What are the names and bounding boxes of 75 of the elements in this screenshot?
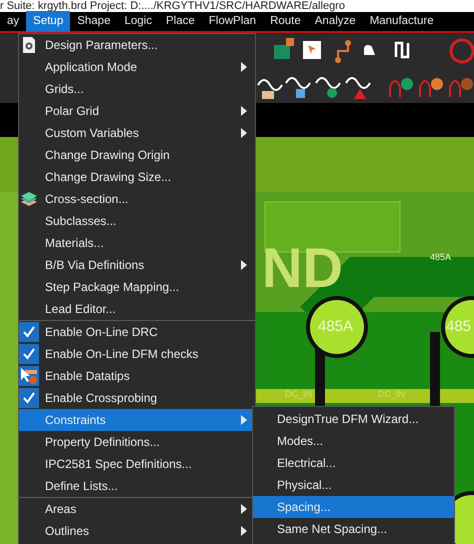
menu-item-label: Lead Editor... [45,301,117,318]
menu-item[interactable]: Cross-section... [19,188,255,210]
menu-item-label: Define Lists... [45,478,119,495]
menu-item-label: Change Drawing Origin [45,147,171,164]
menu-bar-item[interactable]: Logic [117,11,159,32]
menu-item-label: Constraints [45,412,107,429]
menu-bar-item[interactable]: FlowPlan [202,11,264,32]
menu-item-label: Step Package Mapping... [45,279,180,296]
menu-item-label: Materials... [45,235,105,252]
menu-item[interactable]: Modes... [253,430,454,452]
menu-item-label: Custom Variables [45,125,140,142]
menu-item[interactable]: B/B Via Definitions [19,254,255,276]
layers-icon [20,191,38,207]
checkbox[interactable] [19,344,39,364]
menu-item[interactable]: Grids... [19,78,255,100]
menu-item[interactable]: Design Parameters... [19,34,255,56]
menu-item-label: Enable On-Line DFM checks [45,346,200,363]
menu-item-label: Change Drawing Size... [45,169,172,186]
gear-document-icon [21,36,37,54]
menu-item[interactable]: Physical... [253,474,454,496]
pcb-label: 485A [430,253,452,262]
menu-item-label: Enable Datatips [45,368,131,385]
menu-item[interactable]: Property Definitions... [19,431,255,453]
checkbox[interactable] [19,322,39,342]
menu-item-label: Property Definitions... [45,434,161,451]
menu-item[interactable]: Constraints [19,409,255,431]
menu-item[interactable]: Polar Grid [19,100,255,122]
menu-item-label: Outlines [45,523,90,540]
pcb-label: DC_IN [378,390,406,399]
pcb-label: 485 [446,319,472,334]
menu-item[interactable]: Change Drawing Origin [19,144,255,166]
checkbox[interactable] [19,388,39,408]
menu-bar-item[interactable]: Manufacture [362,11,441,32]
menu-item[interactable]: Custom Variables [19,122,255,144]
menu-item-label: Areas [45,501,78,518]
toolbar-drawing[interactable] [256,35,474,101]
menu-bar-item[interactable]: Route [263,11,308,32]
menu-item[interactable]: Materials... [19,232,255,254]
menu-bar-item[interactable]: Shape [70,11,118,32]
menu-item-label: Subclasses... [45,213,118,230]
menu-item[interactable]: Application Mode [19,56,255,78]
menu-item[interactable]: Enable On-Line DRC [19,321,255,343]
menu-item[interactable]: IPC2581 Spec Definitions... [19,453,255,475]
menu-item[interactable]: Outlines [19,520,255,542]
window-title: r Suite: krgyth.brd Project: D:..../KRGYTHV1/SRC/HARDWARE/allegro [0,0,345,12]
menu-bar-item[interactable]: ay [0,11,26,32]
menu-item[interactable]: Spacing... [253,496,454,518]
menu-item[interactable]: Enable Crossprobing [19,387,255,409]
menu-item[interactable]: DesignTrue DFM Wizard... [253,408,454,430]
menu-item-label: Polar Grid [45,103,100,120]
menu-item[interactable]: Enable On-Line DFM checks [19,343,255,365]
menu-item[interactable]: Areas [19,498,255,520]
menu-item-label: IPC2581 Spec Definitions... [45,456,193,473]
pcb-label: 485A [318,319,354,334]
menu-item[interactable]: Enable Datatips [19,365,255,387]
menu-item[interactable]: Define Lists... [19,475,255,497]
datatip-icon [19,366,39,386]
menu-item[interactable]: Lead Editor... [19,298,255,320]
menu-item-label: Enable On-Line DRC [45,324,159,341]
menu-item[interactable]: Step Package Mapping... [19,276,255,298]
menu-item[interactable]: Change Drawing Size... [19,166,255,188]
menu-bar-item[interactable]: Place [158,11,202,32]
menu-item-label: Application Mode [45,59,138,76]
menu-item[interactable]: Same Net Spacing... [253,518,454,540]
menu-item-label: Grids... [45,81,85,98]
pcb-label: ND [262,240,343,296]
pcb-label: DC_IN [285,390,312,399]
menu-item-label: Enable Crossprobing [45,390,158,407]
menu-item-label: Cross-section... [45,191,130,208]
menu-item-label: B/B Via Definitions [45,257,146,274]
menu-item[interactable]: Subclasses... [19,210,255,232]
menu-bar-item[interactable]: Analyze [308,11,363,32]
menu-item[interactable]: Electrical... [253,452,454,474]
menu-bar-item[interactable]: Setup [26,11,70,32]
menu-item-label: Design Parameters... [45,37,159,54]
